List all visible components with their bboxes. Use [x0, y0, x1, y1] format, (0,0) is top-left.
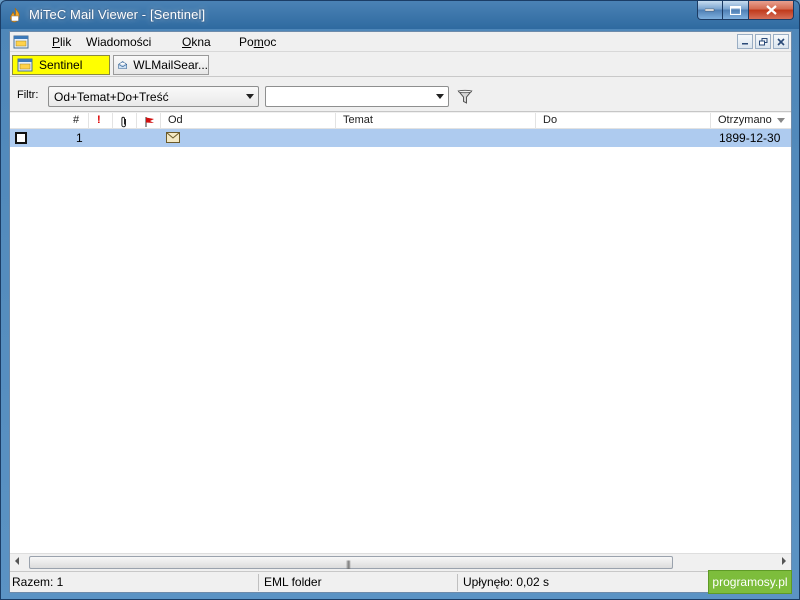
maximize-button[interactable] [723, 1, 749, 20]
menu-okna[interactable]: Okna [182, 35, 211, 49]
mail-envelope-icon [166, 132, 180, 143]
menu-bar: Plik Wiadomości Okna Pomoc [10, 32, 791, 52]
flag-icon[interactable] [144, 115, 156, 129]
filter-funnel-icon[interactable] [457, 89, 473, 105]
column-subject[interactable]: Temat [343, 114, 373, 128]
status-separator [457, 574, 458, 591]
message-list[interactable]: # ! Od Temat Do Otrzymano 1 1899-12-30 [10, 113, 791, 553]
status-bar: Razem: 1 EML folder Upłynęło: 0,02 s [10, 571, 791, 592]
row-number: 1 [76, 131, 83, 145]
filter-selected-value: Od+Temat+Do+Treść [54, 89, 169, 104]
close-icon [777, 37, 785, 46]
status-folder-type: EML folder [264, 575, 322, 589]
grip-icon: ||| [346, 559, 351, 569]
column-number[interactable]: # [73, 114, 79, 128]
mailbox-icon [17, 58, 33, 72]
scrollbar-thumb[interactable]: ||| [29, 556, 673, 569]
row-checkbox[interactable] [15, 132, 27, 144]
filter-bar: Filtr: Od+Temat+Do+Treść [10, 78, 791, 112]
window-title: MiTeC Mail Viewer - [Sentinel] [29, 7, 206, 22]
title-bar[interactable]: MiTeC Mail Viewer - [Sentinel] [1, 1, 799, 29]
column-to[interactable]: Do [543, 114, 557, 128]
sort-descending-icon [777, 118, 785, 123]
column-separator [710, 113, 711, 129]
horizontal-scrollbar[interactable]: ||| [10, 553, 791, 570]
watermark-logo: programosy.pl [708, 570, 792, 594]
chevron-down-icon [246, 94, 254, 99]
column-header-row: # ! Od Temat Do Otrzymano [10, 113, 791, 129]
document-icon[interactable] [13, 34, 29, 50]
mdi-child-buttons [737, 34, 789, 49]
menu-pomoc[interactable]: Pomoc [239, 35, 276, 49]
minimize-button[interactable] [697, 1, 723, 20]
mdi-minimize-button[interactable] [737, 34, 753, 49]
main-window: MiTeC Mail Viewer - [Sentinel] Plik Wiad… [0, 0, 800, 600]
client-area: Plik Wiadomości Okna Pomoc Sentinel WLMa… [9, 31, 792, 593]
tab-wlmailsearch[interactable]: WLMailSear... [113, 55, 209, 75]
filter-field-select[interactable]: Od+Temat+Do+Treść [48, 86, 259, 107]
filter-search-input[interactable] [265, 86, 449, 107]
column-separator [136, 113, 137, 129]
column-separator [535, 113, 536, 129]
column-separator [112, 113, 113, 129]
status-count: Razem: 1 [12, 575, 64, 589]
status-separator [258, 574, 259, 591]
minimize-icon [705, 8, 715, 12]
close-icon [765, 5, 777, 15]
tab-label: WLMailSear... [133, 58, 208, 72]
column-separator [160, 113, 161, 129]
tab-sentinel[interactable]: Sentinel [12, 55, 110, 75]
close-window-button[interactable] [749, 1, 794, 20]
column-from[interactable]: Od [168, 114, 183, 128]
tab-label: Sentinel [39, 58, 83, 72]
chevron-down-icon [436, 94, 444, 99]
column-separator [88, 113, 89, 129]
menu-wiadomosci[interactable]: Wiadomości [86, 35, 151, 49]
filter-label: Filtr: [17, 89, 39, 101]
menu-plik[interactable]: Plik [52, 35, 71, 49]
status-elapsed: Upłynęło: 0,02 s [463, 575, 550, 589]
mail-envelope-icon [118, 61, 128, 69]
minimize-icon [742, 42, 748, 44]
attachment-paperclip-icon[interactable] [120, 115, 128, 129]
document-tab-bar: Sentinel WLMailSear... [10, 53, 791, 77]
column-received[interactable]: Otrzymano [718, 114, 772, 128]
table-row[interactable]: 1 1899-12-30 [10, 129, 791, 147]
row-received-date: 1899-12-30 [719, 131, 781, 145]
scroll-left-arrow-icon[interactable] [15, 557, 19, 565]
column-separator [335, 113, 336, 129]
maximize-icon [730, 5, 741, 15]
column-priority[interactable]: ! [97, 114, 101, 128]
mdi-close-button[interactable] [773, 34, 789, 49]
restore-icon [758, 37, 767, 45]
mdi-restore-button[interactable] [755, 34, 771, 49]
scroll-right-arrow-icon[interactable] [782, 557, 786, 565]
caption-buttons [697, 1, 794, 21]
app-flame-icon [10, 7, 20, 23]
